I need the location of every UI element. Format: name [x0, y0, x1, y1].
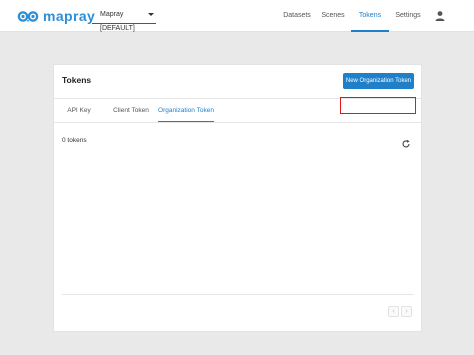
- tab-api-key[interactable]: API Key: [62, 101, 96, 122]
- account-icon[interactable]: [434, 10, 446, 22]
- chevron-down-icon: [148, 13, 154, 16]
- nav-scenes[interactable]: Scenes: [318, 0, 348, 32]
- tab-client-token[interactable]: Client Token: [111, 101, 151, 122]
- owl-logo-icon: [17, 10, 39, 22]
- token-count: 0 tokens: [62, 137, 87, 144]
- tab-organization-token[interactable]: Organization Token: [158, 101, 214, 122]
- logo-text: mapray: [43, 8, 96, 24]
- refresh-icon[interactable]: [401, 139, 411, 149]
- highlight-annotation-box: [340, 97, 416, 114]
- organization-select[interactable]: Mapray [DEFAULT]: [92, 8, 156, 32]
- divider: [62, 294, 414, 295]
- chevron-left-icon[interactable]: ‹: [388, 306, 399, 317]
- top-app-bar: mapray Mapray [DEFAULT] Datasets Scenes …: [0, 0, 474, 32]
- nav-settings[interactable]: Settings: [393, 0, 423, 32]
- chevron-right-icon[interactable]: ›: [401, 306, 412, 317]
- mapray-logo[interactable]: mapray: [17, 8, 95, 24]
- divider: [54, 122, 421, 123]
- nav-tokens[interactable]: Tokens: [351, 0, 389, 32]
- organization-select-value: Mapray [DEFAULT]: [100, 11, 135, 32]
- new-organization-token-button[interactable]: New Organization Token: [343, 73, 414, 89]
- tokens-card: Tokens New Organization Token API Key Cl…: [53, 64, 422, 332]
- card-title: Tokens: [62, 75, 92, 85]
- nav-datasets[interactable]: Datasets: [280, 0, 314, 32]
